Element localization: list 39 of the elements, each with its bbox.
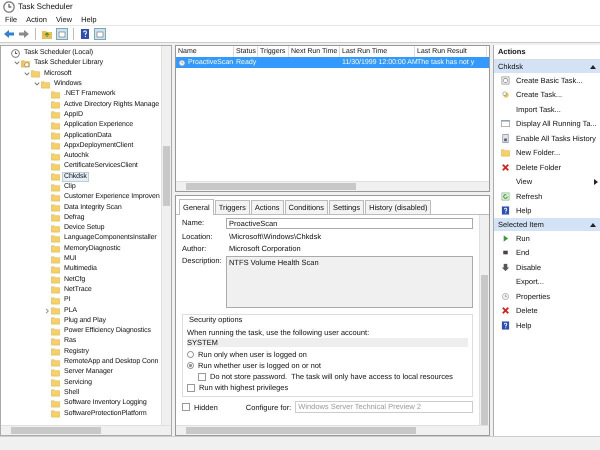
refresh-icon	[501, 192, 510, 201]
help-icon	[501, 320, 510, 330]
checkbox[interactable]	[182, 403, 190, 411]
help-icon	[501, 206, 510, 216]
play-icon	[501, 234, 510, 243]
stop-icon	[501, 248, 510, 258]
window-title: Task Scheduler	[18, 2, 73, 11]
forward-icon[interactable]	[18, 28, 30, 40]
vertical-scrollbar[interactable]	[161, 46, 171, 425]
radio-button[interactable]	[187, 362, 194, 369]
task-wizard-icon	[501, 76, 510, 85]
vertical-scrollbar[interactable]	[479, 215, 489, 425]
collapse-icon[interactable]	[33, 80, 41, 88]
horizontal-scrollbar[interactable]	[1, 425, 171, 435]
back-icon[interactable]	[3, 28, 15, 40]
collapse-icon[interactable]	[23, 70, 31, 78]
clock-icon	[11, 48, 20, 58]
delete-icon	[501, 306, 510, 316]
panel-icon[interactable]	[56, 28, 68, 40]
folder-clock-icon	[21, 58, 30, 68]
task-icon	[501, 90, 510, 100]
clock-icon	[178, 58, 186, 66]
window-icon	[501, 119, 510, 128]
folder-icon	[501, 148, 510, 158]
disable-icon	[501, 262, 510, 272]
checkbox[interactable]	[187, 384, 195, 392]
horizontal-scrollbar[interactable]	[176, 425, 489, 435]
delete-icon	[501, 162, 510, 172]
help-icon[interactable]	[79, 28, 91, 40]
expand-icon[interactable]	[43, 306, 51, 315]
radio-button[interactable]	[187, 351, 194, 358]
horizontal-scrollbar[interactable]	[176, 181, 489, 191]
folder-up-icon[interactable]	[41, 28, 53, 40]
collapse-icon[interactable]	[590, 222, 596, 226]
document-icon	[501, 134, 510, 143]
checkbox[interactable]	[198, 372, 206, 380]
collapse-icon[interactable]	[590, 64, 596, 68]
collapse-icon[interactable]	[13, 59, 21, 68]
clock-icon	[501, 292, 510, 301]
